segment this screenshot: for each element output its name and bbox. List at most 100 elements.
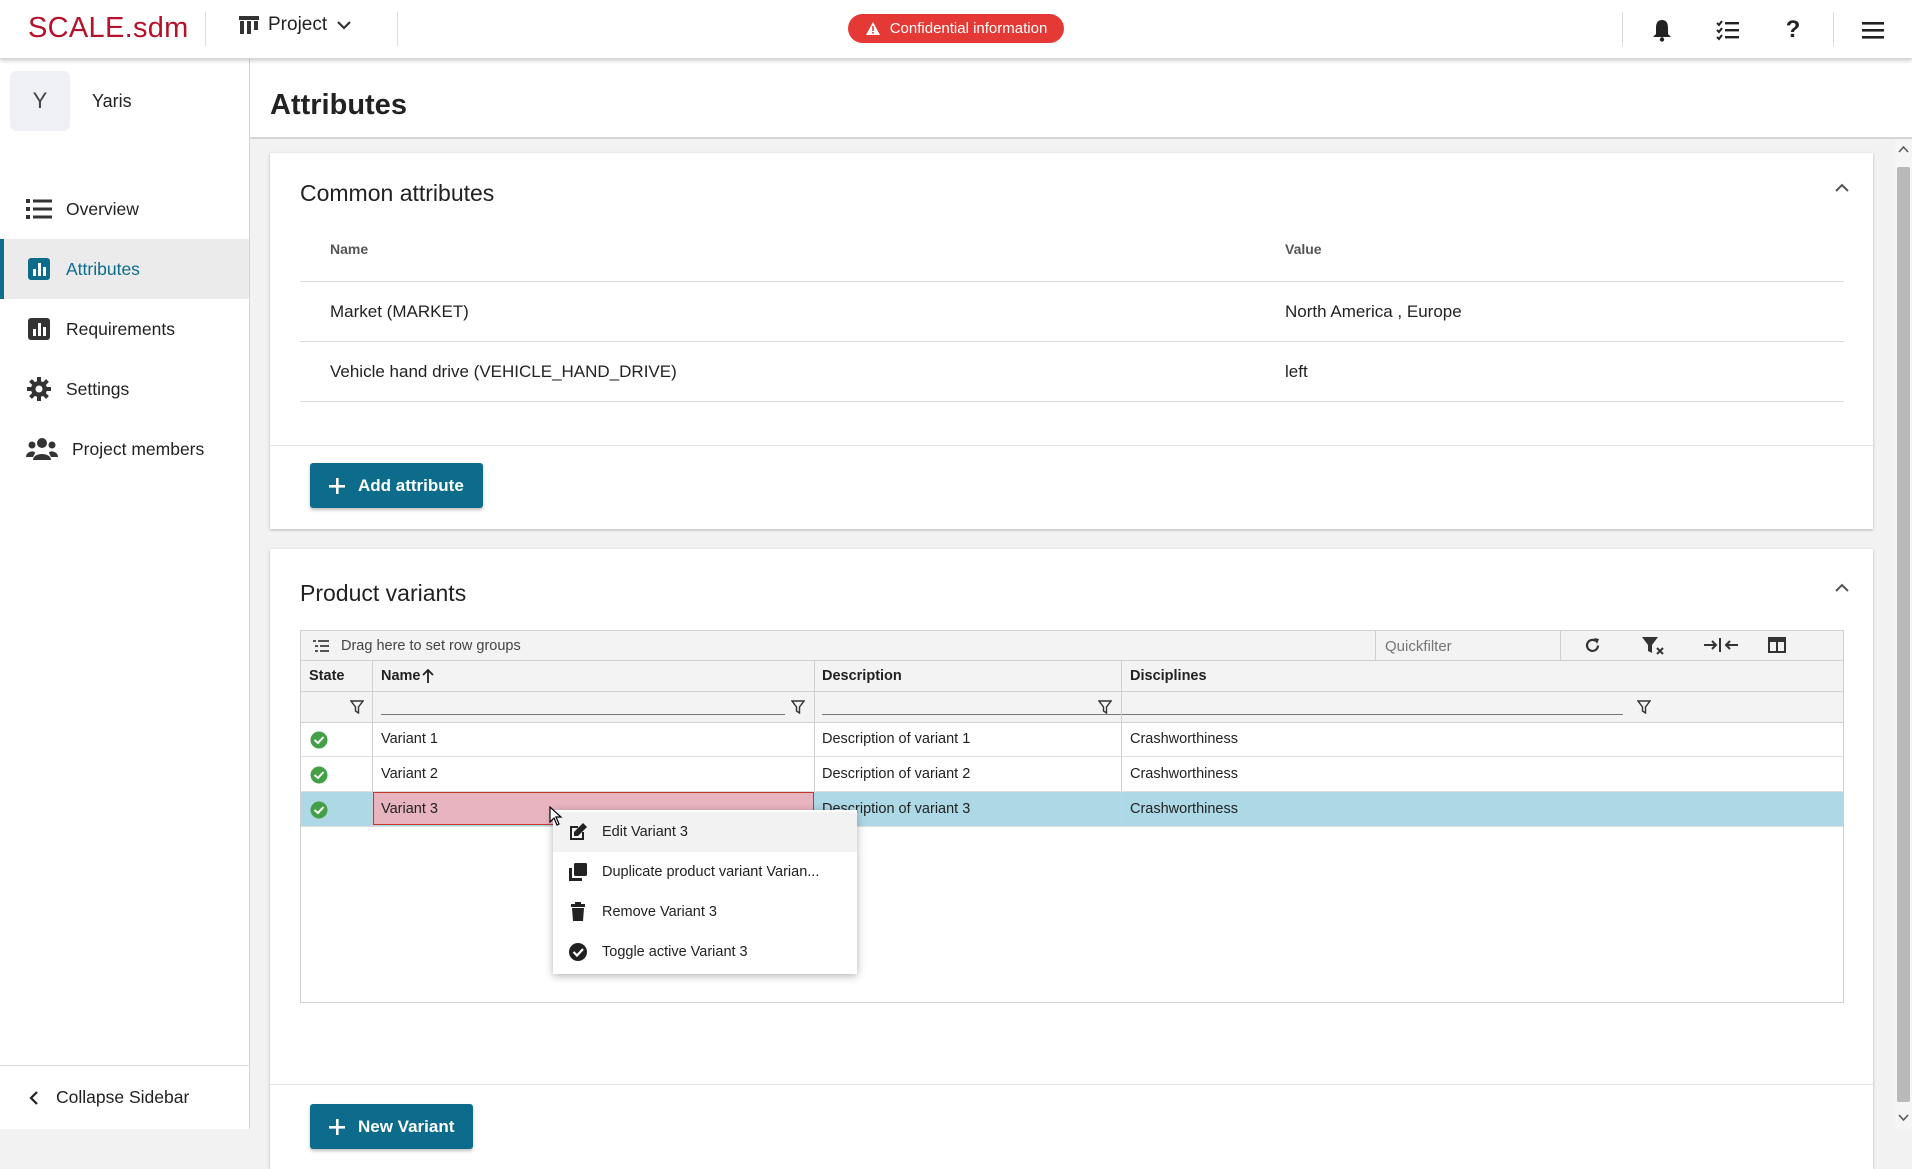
page-title: Attributes <box>270 89 407 121</box>
sidebar-item-label: Settings <box>66 378 130 399</box>
collapse-sidebar-button[interactable]: Collapse Sidebar <box>0 1065 249 1129</box>
sidebar-item-project-members[interactable]: Project members <box>0 419 249 479</box>
grid-filter-row <box>301 692 1843 723</box>
chevron-up-icon[interactable] <box>1833 579 1851 597</box>
main-menu-button[interactable] <box>1857 14 1889 46</box>
menu-item-remove[interactable]: Remove Variant 3 <box>553 892 857 932</box>
main-content: Attributes Common attributes Name Value … <box>250 59 1912 1169</box>
refresh-icon[interactable] <box>1583 636 1602 655</box>
chevron-up-icon[interactable] <box>1833 179 1851 197</box>
divider <box>1121 722 1122 756</box>
trash-icon <box>571 902 585 921</box>
hamburger-icon <box>1862 22 1884 39</box>
chevron-up-icon[interactable] <box>1898 145 1909 153</box>
help-button[interactable]: ? <box>1777 14 1809 46</box>
tasks-button[interactable] <box>1712 14 1744 46</box>
sidebar-item-label: Attributes <box>66 258 140 279</box>
chevron-down-icon <box>337 21 351 30</box>
chevron-down-icon[interactable] <box>1898 1114 1909 1122</box>
bell-icon <box>1653 20 1671 42</box>
table-row[interactable]: Vehicle hand drive (VEHICLE_HAND_DRIVE) … <box>300 342 1844 402</box>
filter-icon[interactable] <box>350 700 364 714</box>
plus-icon <box>329 1118 345 1135</box>
divider <box>1121 661 1122 691</box>
description-filter-input[interactable] <box>822 714 1152 715</box>
row-group-hint: Drag here to set row groups <box>341 637 521 654</box>
menu-item-label: Remove Variant 3 <box>602 904 717 920</box>
column-header-state[interactable]: State <box>309 668 344 684</box>
common-attributes-card: Common attributes Name Value Market (MAR… <box>270 153 1873 529</box>
sidebar-item-label: Overview <box>66 198 139 219</box>
variant-disciplines: Crashworthiness <box>1130 801 1238 817</box>
variant-disciplines: Crashworthiness <box>1130 766 1238 782</box>
divider <box>814 692 815 722</box>
filter-icon[interactable] <box>1098 700 1112 714</box>
table-row[interactable]: Variant 2 Description of variant 2 Crash… <box>301 757 1843 792</box>
add-attribute-button[interactable]: Add attribute <box>310 463 483 508</box>
menu-item-label: Edit Variant 3 <box>602 824 688 840</box>
column-header-name: Name <box>330 241 369 257</box>
variants-grid: Drag here to set row groups State Name D… <box>300 630 1844 1003</box>
sidebar-item-label: Project members <box>72 438 205 459</box>
scrollbar-thumb[interactable] <box>1897 167 1910 1102</box>
table-row[interactable]: Variant 3 Description of variant 3 Crash… <box>301 792 1843 827</box>
app-logo[interactable]: SCALE.sdm <box>28 12 189 45</box>
attribute-value: North America , Europe <box>1285 301 1462 321</box>
divider <box>1560 631 1561 660</box>
page-scrollbar[interactable] <box>1895 139 1912 1129</box>
common-attributes-title: Common attributes <box>300 180 495 206</box>
chart-icon <box>28 258 50 280</box>
new-variant-label: New Variant <box>358 1116 455 1136</box>
sort-ascending-icon[interactable] <box>421 668 435 684</box>
project-name: Yaris <box>92 90 132 111</box>
help-icon: ? <box>1785 16 1801 43</box>
divider <box>1121 757 1122 791</box>
project-icon <box>239 16 259 34</box>
column-header-name[interactable]: Name <box>381 668 421 684</box>
column-header-value: Value <box>1285 241 1322 257</box>
menu-item-duplicate[interactable]: Duplicate product variant Varian... <box>553 852 857 892</box>
quickfilter-input[interactable] <box>1379 634 1563 658</box>
column-header-description[interactable]: Description <box>822 668 902 684</box>
variant-name: Variant 3 <box>381 801 438 817</box>
new-variant-button[interactable]: New Variant <box>310 1104 474 1149</box>
mouse-cursor-icon <box>549 806 563 826</box>
check-circle-icon <box>310 731 328 749</box>
divider <box>205 12 206 46</box>
filter-icon[interactable] <box>791 700 805 714</box>
row-group-icon <box>313 640 329 652</box>
notifications-button[interactable] <box>1646 14 1678 46</box>
columns-icon[interactable] <box>1768 637 1786 653</box>
sidebar-item-attributes[interactable]: Attributes <box>0 239 249 299</box>
divider <box>372 757 373 791</box>
variant-description: Description of variant 2 <box>822 766 971 782</box>
variant-name: Variant 1 <box>381 731 438 747</box>
duplicate-icon <box>569 863 587 881</box>
column-header-disciplines[interactable]: Disciplines <box>1130 668 1207 684</box>
menu-item-label: Duplicate product variant Varian... <box>602 864 820 880</box>
project-header[interactable]: Y Yaris <box>10 71 132 131</box>
fit-columns-icon[interactable] <box>1703 637 1739 653</box>
project-menu-button[interactable]: Project <box>238 14 353 36</box>
project-avatar: Y <box>10 71 70 131</box>
menu-item-edit[interactable]: Edit Variant 3 <box>553 812 857 852</box>
sidebar-item-overview[interactable]: Overview <box>0 179 249 239</box>
divider <box>372 722 373 756</box>
edit-icon <box>570 823 587 840</box>
table-row[interactable]: Market (MARKET) North America , Europe <box>300 282 1844 342</box>
clear-filter-icon[interactable] <box>1641 636 1665 656</box>
filter-icon[interactable] <box>1637 700 1651 714</box>
divider <box>814 722 815 756</box>
confidential-badge: Confidential information <box>848 14 1064 43</box>
divider <box>814 661 815 691</box>
table-row[interactable]: Variant 1 Description of variant 1 Crash… <box>301 722 1843 757</box>
sidebar-item-requirements[interactable]: Requirements <box>0 299 249 359</box>
sidebar-item-settings[interactable]: Settings <box>0 359 249 419</box>
name-filter-input[interactable] <box>381 714 785 715</box>
divider <box>1622 12 1623 46</box>
attribute-value: left <box>1285 361 1308 381</box>
menu-item-toggle-active[interactable]: Toggle active Variant 3 <box>553 932 857 972</box>
list-icon <box>26 199 52 219</box>
product-variants-title: Product variants <box>300 580 467 606</box>
disciplines-filter-input[interactable] <box>1130 714 1623 715</box>
